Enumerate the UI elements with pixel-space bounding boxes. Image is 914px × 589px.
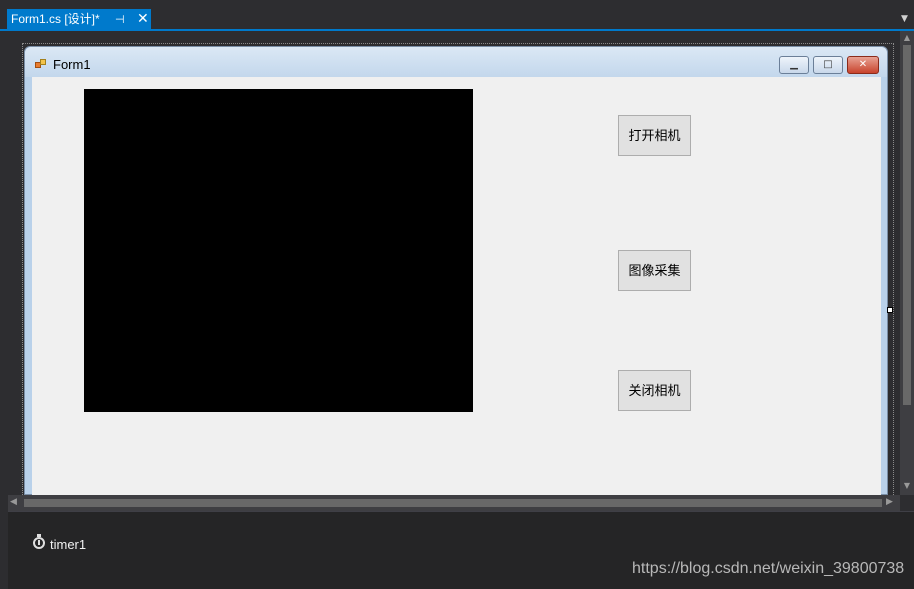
watermark: https://blog.csdn.net/weixin_39800738 <box>632 560 905 577</box>
stopwatch-icon[interactable] <box>32 534 46 549</box>
minimize-button[interactable]: ▁ <box>779 56 809 74</box>
close-button[interactable]: ✕ <box>847 56 879 74</box>
horizontal-scrollbar[interactable]: ◀ ▶ <box>8 495 900 511</box>
picturebox[interactable] <box>84 89 473 412</box>
vertical-scrollbar[interactable]: ▲ ▼ <box>900 31 914 495</box>
form-title: Form1 <box>53 57 91 72</box>
timer1-component[interactable]: timer1 <box>50 537 86 552</box>
document-tab-strip: Form1.cs [设计]* ⊣ ✕ ▼ <box>0 0 914 31</box>
form-app-icon <box>35 59 47 69</box>
tab-form1-designer[interactable]: Form1.cs [设计]* ⊣ ✕ <box>7 9 151 31</box>
scroll-left-icon[interactable]: ◀ <box>10 497 17 507</box>
capture-image-button[interactable]: 图像采集 <box>618 250 691 291</box>
form-resize-handle[interactable] <box>887 307 893 313</box>
scroll-down-icon[interactable]: ▼ <box>900 481 914 490</box>
close-camera-button[interactable]: 关闭相机 <box>618 370 691 411</box>
form-window[interactable]: Form1 ▁ □ ✕ 打开相机 图像采集 关闭相机 <box>24 46 888 496</box>
horizontal-scroll-thumb[interactable] <box>24 499 882 507</box>
form-titlebar[interactable]: Form1 ▁ □ ✕ <box>25 47 887 77</box>
maximize-button[interactable]: □ <box>813 56 843 74</box>
tab-title: Form1.cs [设计]* <box>11 12 100 26</box>
form-client-area[interactable]: 打开相机 图像采集 关闭相机 <box>32 77 881 496</box>
pin-icon[interactable]: ⊣ <box>115 9 127 30</box>
vertical-scroll-thumb[interactable] <box>903 45 911 405</box>
chevron-down-icon[interactable]: ▼ <box>901 14 908 24</box>
component-tray: timer1 https://blog.csdn.net/weixin_3980… <box>8 511 914 589</box>
scroll-up-icon[interactable]: ▲ <box>900 33 914 42</box>
open-camera-button[interactable]: 打开相机 <box>618 115 691 156</box>
close-icon[interactable]: ✕ <box>137 9 149 30</box>
scroll-right-icon[interactable]: ▶ <box>886 497 893 507</box>
visual-studio-designer: Form1.cs [设计]* ⊣ ✕ ▼ Form1 ▁ □ ✕ 打开相机 图像… <box>0 0 914 589</box>
